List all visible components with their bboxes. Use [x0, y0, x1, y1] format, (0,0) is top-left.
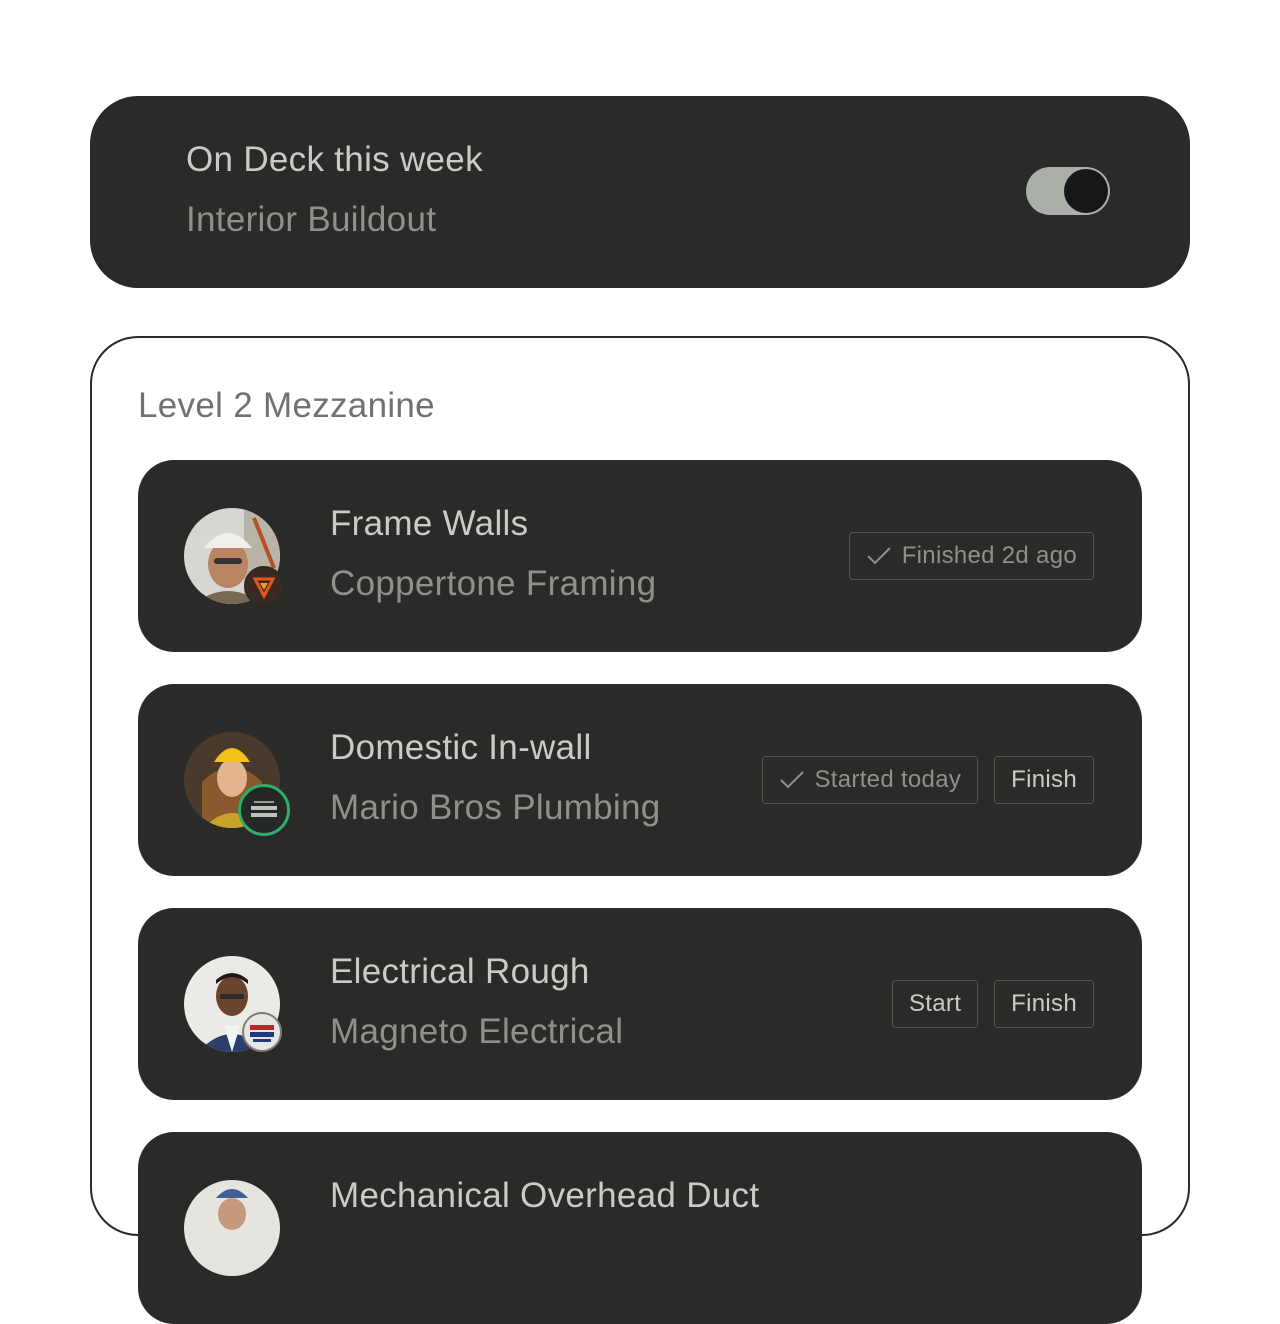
on-deck-card: On Deck this week Interior Buildout — [90, 96, 1190, 288]
status-text: Started today — [814, 766, 962, 793]
finish-button[interactable]: Finish — [994, 756, 1094, 804]
task-actions: Finished 2d ago — [848, 532, 1094, 580]
check-icon — [779, 770, 805, 790]
task-card: Domestic In-wall Mario Bros Plumbing Sta… — [138, 684, 1142, 876]
task-name: Frame Walls — [330, 504, 529, 543]
status-text: Finished 2d ago — [901, 542, 1077, 569]
status-chip: Started today — [761, 756, 979, 804]
task-card: Frame Walls Coppertone Framing Finished … — [138, 460, 1142, 652]
status-chip: Finished 2d ago — [848, 532, 1094, 580]
avatar — [184, 732, 290, 836]
worker-photo — [184, 1180, 280, 1276]
start-button[interactable]: Start — [891, 980, 979, 1028]
plumbing-logo-badge — [238, 784, 290, 836]
check-icon — [866, 546, 892, 566]
task-name: Domestic In-wall — [330, 728, 592, 767]
on-deck-title: On Deck this week — [186, 140, 483, 179]
magneto-logo-badge — [242, 1012, 282, 1052]
avatar — [184, 1180, 280, 1276]
on-deck-toggle[interactable] — [1026, 167, 1110, 215]
toggle-knob — [1064, 169, 1108, 213]
avatar — [184, 956, 282, 1052]
avatar — [184, 508, 284, 606]
on-deck-subtitle: Interior Buildout — [186, 200, 437, 239]
task-actions: Start Finish — [891, 980, 1094, 1028]
task-company: Magneto Electrical — [330, 1012, 624, 1051]
task-name: Electrical Rough — [330, 952, 590, 991]
section-heading: Level 2 Mezzanine — [138, 386, 435, 425]
finish-button[interactable]: Finish — [994, 980, 1094, 1028]
task-name: Mechanical Overhead Duct — [330, 1176, 760, 1215]
coppertone-logo-badge — [244, 566, 284, 606]
task-card: Mechanical Overhead Duct — [138, 1132, 1142, 1324]
level-section: Level 2 Mezzanine Frame Walls Coppertone… — [90, 336, 1190, 1324]
task-company: Coppertone Framing — [330, 564, 657, 603]
task-company: Mario Bros Plumbing — [330, 788, 661, 827]
task-card: Electrical Rough Magneto Electrical Star… — [138, 908, 1142, 1100]
task-actions: Started today Finish — [761, 756, 1094, 804]
